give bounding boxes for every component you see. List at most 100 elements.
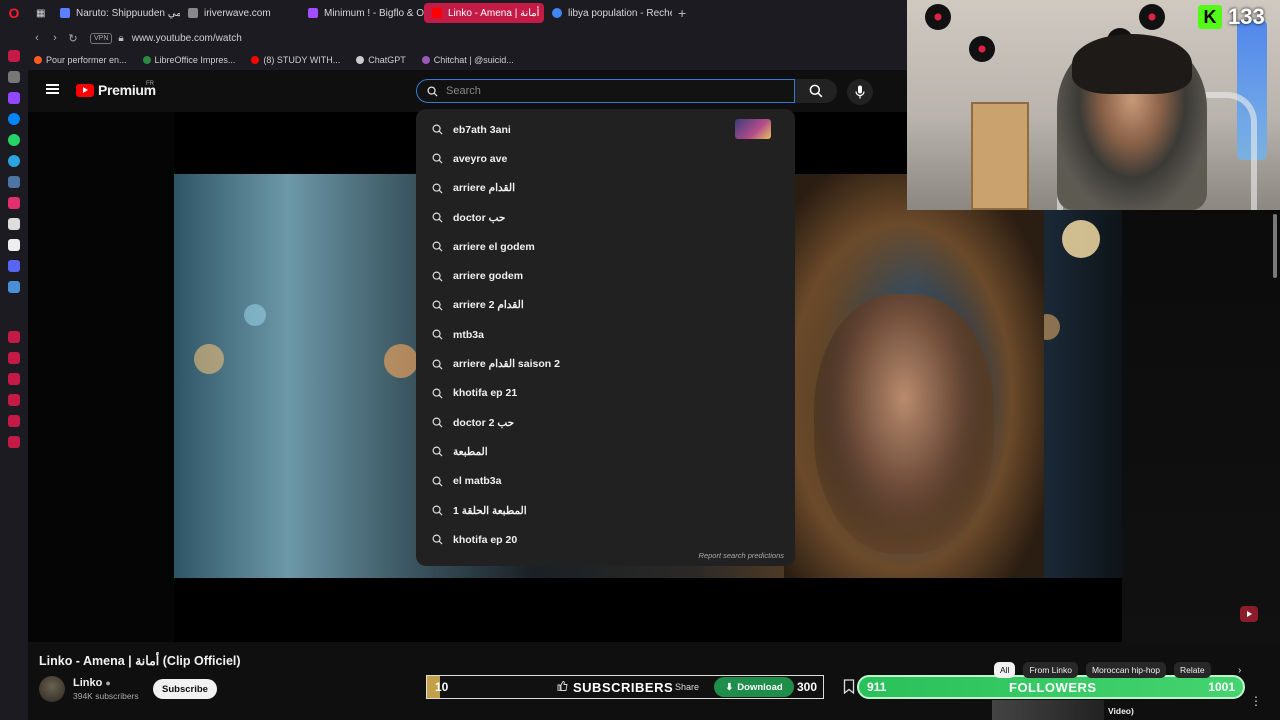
- shelf: [971, 102, 1029, 210]
- save-bookmark-icon[interactable]: [843, 679, 855, 694]
- bookmark-item[interactable]: (8) STUDY WITH...: [251, 55, 340, 65]
- followers-goal-label: FOLLOWERS: [1009, 679, 1097, 695]
- search-suggestion[interactable]: arriere el godem: [416, 232, 795, 261]
- download-button[interactable]: ⬇ Download: [714, 677, 794, 697]
- bookmark-item[interactable]: Pour performer en...: [34, 55, 127, 65]
- search-suggestion[interactable]: khotifa ep 21: [416, 379, 795, 408]
- subscribe-button[interactable]: Subscribe: [153, 679, 217, 699]
- vk-icon[interactable]: [8, 176, 20, 188]
- extension-icon[interactable]: [8, 281, 20, 293]
- search-suggestion[interactable]: arriere godem: [416, 261, 795, 290]
- suggestion-text: mtb3a: [453, 328, 484, 341]
- tab-naruto[interactable]: Naruto: Shippuuden انمي: [52, 3, 180, 23]
- vpn-badge[interactable]: VPN: [90, 32, 113, 44]
- reload-icon[interactable]: ↻: [64, 32, 82, 45]
- search-suggestion[interactable]: arriere القدام saison 2: [416, 349, 795, 378]
- related-video-title[interactable]: Video): [1108, 706, 1134, 716]
- back-icon[interactable]: ‹: [28, 32, 46, 44]
- youtube-logo[interactable]: Premium: [76, 82, 156, 98]
- search-suggestion[interactable]: aveyro ave: [416, 144, 795, 173]
- history-icon[interactable]: [8, 331, 20, 343]
- bookmark-label: (8) STUDY WITH...: [263, 55, 341, 65]
- search-suggestion[interactable]: المطبعة الحلقة 1: [416, 496, 795, 525]
- opera-icon[interactable]: O: [0, 0, 28, 26]
- aria-icon[interactable]: [8, 71, 20, 83]
- youtube-play-icon: [76, 83, 94, 97]
- x-icon[interactable]: [8, 239, 20, 251]
- suggestion-text: arriere القدام: [453, 182, 515, 195]
- tab-favicon-icon: [188, 8, 198, 18]
- chevron-right-icon[interactable]: ›: [1238, 665, 1241, 676]
- tab-linko-amena[interactable]: Linko - Amena | أمانة: [424, 3, 544, 23]
- url-field[interactable]: www.youtube.com/watch: [132, 33, 242, 44]
- download-icon: ⬇: [725, 681, 734, 693]
- suggestion-text: arriere el godem: [453, 240, 535, 253]
- search-suggestion[interactable]: المطبعة: [416, 437, 795, 466]
- more-options-icon[interactable]: ⋮: [1250, 694, 1262, 708]
- new-tab-button[interactable]: +: [672, 5, 692, 21]
- channel-info: Linko ● 394K subscribers: [39, 676, 139, 702]
- suggestion-text: arriere godem: [453, 270, 524, 283]
- extensions-icon[interactable]: [8, 415, 20, 427]
- bookmark-item[interactable]: ChatGPT: [356, 55, 406, 65]
- tab-favicon-icon: [308, 8, 318, 18]
- twitch-icon[interactable]: [8, 92, 20, 104]
- verified-icon: ●: [105, 678, 111, 688]
- search-button[interactable]: [795, 79, 837, 103]
- whatsapp-icon[interactable]: [8, 134, 20, 146]
- heart-icon[interactable]: [8, 373, 20, 385]
- discord-icon[interactable]: [8, 260, 20, 272]
- channel-name[interactable]: Linko ●: [73, 677, 139, 689]
- followers-goal-current: 911: [867, 680, 887, 694]
- player-icon[interactable]: [8, 352, 20, 364]
- like-button[interactable]: [557, 681, 568, 691]
- settings-icon[interactable]: [8, 436, 20, 448]
- chip-related[interactable]: Relate: [1174, 662, 1211, 678]
- chip-all[interactable]: All: [994, 662, 1016, 678]
- tab-grid-icon[interactable]: ▦: [28, 3, 52, 23]
- youtube-mini-icon[interactable]: [1240, 606, 1258, 622]
- clock-icon[interactable]: [8, 394, 20, 406]
- search-box[interactable]: [416, 79, 795, 103]
- chip-from-linko[interactable]: From Linko: [1023, 662, 1078, 678]
- bookmark-item[interactable]: LibreOffice Impres...: [142, 55, 235, 65]
- kick-viewer-badge: K 133: [1198, 4, 1265, 30]
- search-suggestion[interactable]: mtb3a: [416, 320, 795, 349]
- messenger-icon[interactable]: [8, 113, 20, 125]
- chip-moroccan-hip-hop[interactable]: Moroccan hip-hop: [1085, 662, 1167, 678]
- suggestion-text: arriere القدام saison 2: [453, 358, 560, 371]
- voice-search-button[interactable]: [847, 79, 873, 105]
- screen: O ▦ Naruto: Shippuuden انمي iriverwave.c…: [0, 0, 1280, 720]
- search-input[interactable]: [446, 85, 766, 97]
- related-video-thumbnail[interactable]: [992, 700, 1104, 720]
- scrollbar-thumb[interactable]: [1273, 214, 1277, 278]
- search-suggestion[interactable]: doctor 2 حب: [416, 408, 795, 437]
- suggestion-text: doctor 2 حب: [453, 416, 515, 429]
- search-suggestion[interactable]: doctor حب: [416, 203, 795, 232]
- tab-iriverwave[interactable]: iriverwave.com: [180, 3, 300, 23]
- microphone-icon: [855, 85, 865, 99]
- instagram-icon[interactable]: [8, 197, 20, 209]
- report-predictions-link[interactable]: Report search predictions: [699, 551, 784, 560]
- tab-libya-population[interactable]: libya population - Recherc: [544, 3, 672, 23]
- tab-bigflo[interactable]: Minimum ! - Bigflo & Oli -: [300, 3, 424, 23]
- speed-dial-icon[interactable]: [8, 50, 20, 62]
- telegram-icon[interactable]: [8, 155, 20, 167]
- search-suggestion[interactable]: arriere القدام: [416, 174, 795, 203]
- suggestion-text: doctor حب: [453, 211, 506, 224]
- avatar[interactable]: [39, 676, 65, 702]
- subscriber-goal-target: 300: [796, 680, 817, 694]
- tab-favicon-icon: [60, 8, 70, 18]
- bookmark-icon: [34, 56, 42, 64]
- bookmark-item[interactable]: Chitchat | @suicid...: [421, 55, 514, 65]
- search-suggestion[interactable]: el matb3a: [416, 467, 795, 496]
- suggestion-text: المطبعة الحلقة 1: [453, 504, 527, 517]
- forward-icon[interactable]: ›: [46, 32, 64, 44]
- search-suggestion[interactable]: eb7ath 3ani: [416, 115, 795, 144]
- bookmarks-bar: Pour performer en... LibreOffice Impres.…: [28, 50, 907, 70]
- share-button[interactable]: Share: [675, 682, 699, 692]
- tab-label: Naruto: Shippuuden انمي: [76, 7, 180, 19]
- tiktok-icon[interactable]: [8, 218, 20, 230]
- search-suggestion[interactable]: arriere 2 القدام: [416, 291, 795, 320]
- menu-icon[interactable]: [46, 84, 59, 94]
